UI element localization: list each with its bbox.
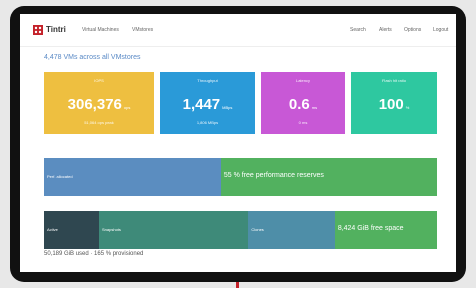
flash-hit-ratio-tile[interactable]: Flash hit ratio 100%: [351, 72, 437, 134]
capacity-bar[interactable]: Active Snapshots Clones 8,424 GiB free s…: [44, 211, 437, 249]
segment-label: Active: [47, 227, 58, 232]
segment-label: Snapshots: [102, 227, 121, 232]
capacity-active-segment[interactable]: Active: [44, 211, 100, 249]
perf-free-label: 55 % free performance reserves: [223, 172, 324, 179]
performance-reserves-bar[interactable]: Perf. allocated 55 % free performance re…: [44, 158, 437, 196]
tile-value: 306,376 ops: [67, 96, 131, 113]
capacity-free-label: 8,424 GiB free space: [337, 225, 404, 232]
segment-label: Clones: [251, 227, 264, 232]
capacity-clones-segment[interactable]: Clones: [248, 211, 335, 249]
brand-name: Tintri: [46, 25, 66, 34]
latency-tile[interactable]: Latency 0.6 ms 0 ms: [261, 72, 345, 134]
tile-value: 100%: [378, 96, 410, 113]
tile-subtext: 0 ms: [298, 120, 308, 125]
perf-used-label: Perf. allocated: [47, 174, 73, 179]
perf-used-segment[interactable]: Perf. allocated: [44, 158, 221, 196]
tile-label: Flash hit ratio: [381, 78, 406, 83]
dashboard-screen: Tintri Virtual Machines VMstores Search …: [20, 14, 456, 272]
tile-subtext: 1,806 MBps: [196, 120, 219, 125]
top-navigation-bar: Tintri Virtual Machines VMstores Search …: [20, 14, 456, 47]
capacity-summary: 50,189 GiB used · 165 % provisioned: [44, 251, 144, 257]
tile-label: IOPS: [94, 78, 104, 83]
capacity-snapshots-segment[interactable]: Snapshots: [99, 211, 249, 249]
nav-search[interactable]: Search: [350, 27, 366, 33]
perf-free-segment[interactable]: 55 % free performance reserves: [220, 158, 437, 196]
capacity-free-segment[interactable]: 8,424 GiB free space: [334, 211, 437, 249]
tintri-logo-icon: [33, 25, 43, 35]
nav-alerts[interactable]: Alerts: [379, 27, 392, 33]
tile-value: 0.6 ms: [288, 96, 318, 113]
tile-value: 1,447 MBps: [182, 96, 233, 113]
vm-count-heading: 4,478 VMs across all VMstores: [44, 54, 141, 61]
nav-virtual-machines[interactable]: Virtual Machines: [82, 27, 119, 33]
tile-label: Throughput: [197, 78, 218, 83]
nav-options[interactable]: Options: [404, 27, 421, 33]
nav-vmstores[interactable]: VMstores: [132, 27, 153, 33]
iops-tile[interactable]: IOPS 306,376 ops 51,064 ops peak: [44, 72, 154, 134]
tile-subtext: 51,064 ops peak: [84, 120, 114, 125]
nav-logout[interactable]: Logout: [433, 27, 448, 33]
power-indicator: [236, 282, 239, 288]
tile-label: Latency: [295, 78, 310, 83]
throughput-tile[interactable]: Throughput 1,447 MBps 1,806 MBps: [160, 72, 255, 134]
